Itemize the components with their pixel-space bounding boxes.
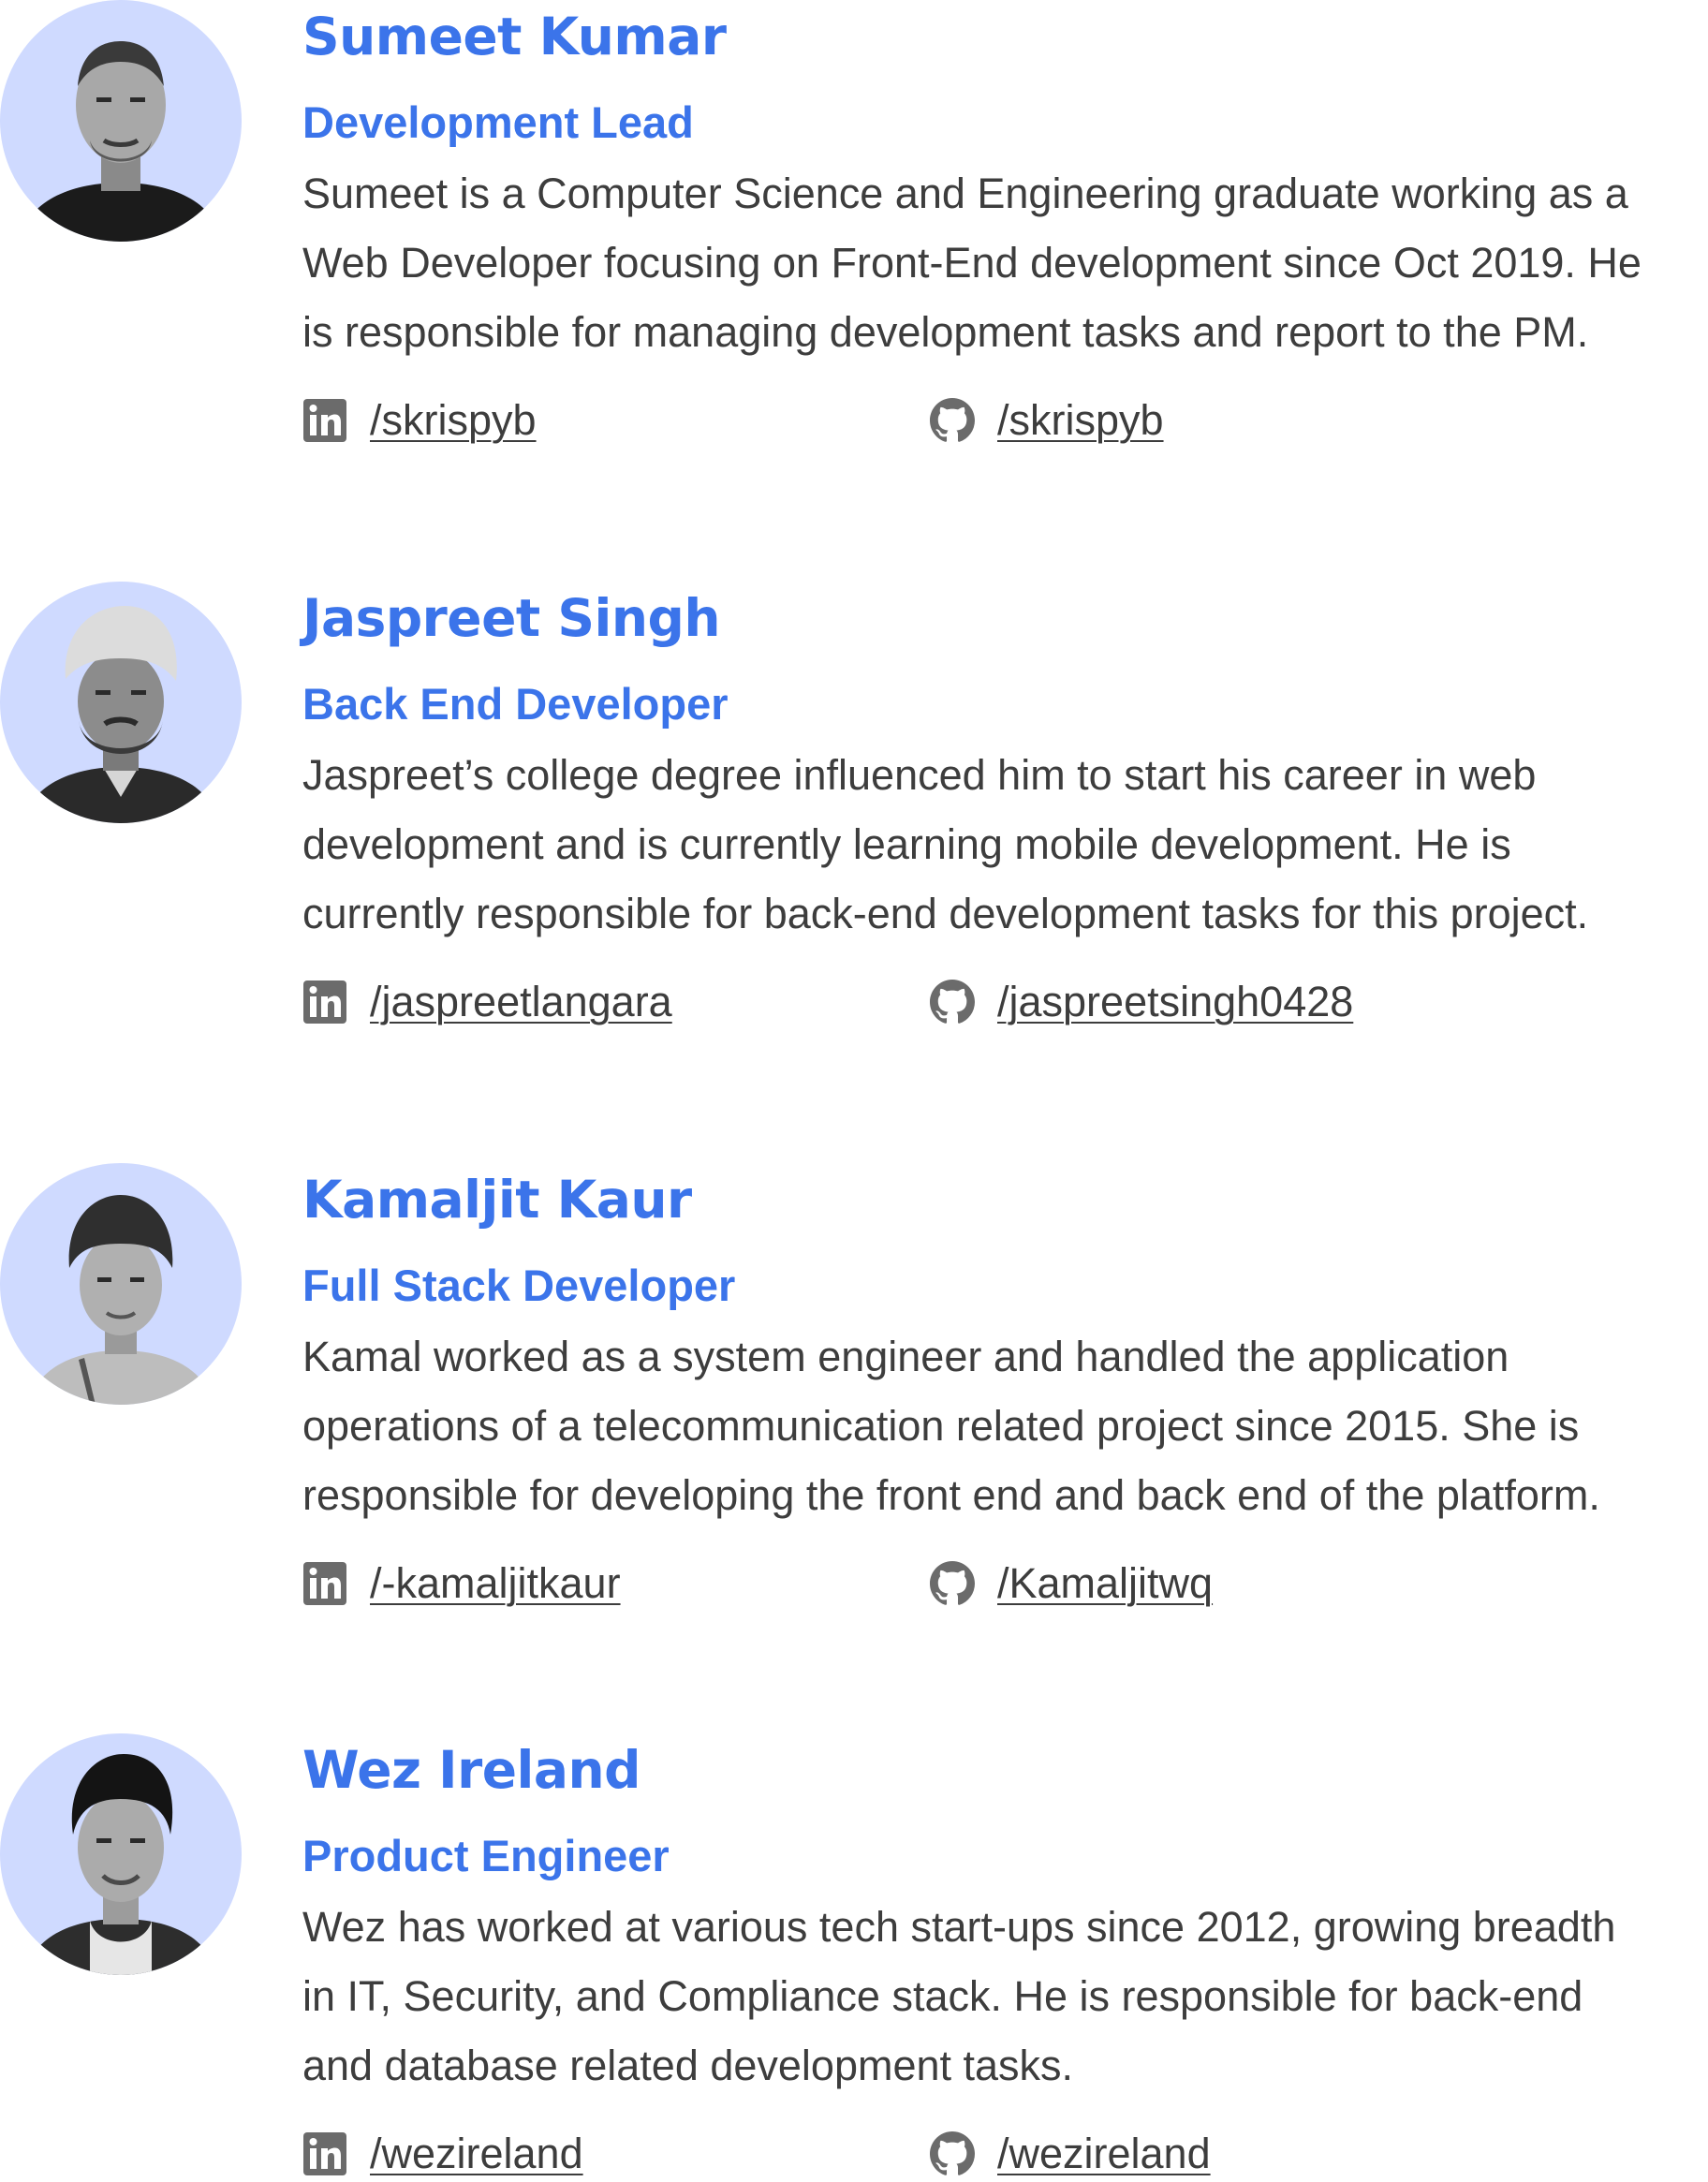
linkedin-link[interactable]: /wezireland	[370, 2126, 583, 2182]
social-links: /-kamaljitkaur /Kamaljitwq	[302, 1555, 1613, 1612]
linkedin-link-group: /-kamaljitkaur	[302, 1555, 621, 1612]
linkedin-icon	[302, 1561, 347, 1606]
github-link[interactable]: /Kamaljitwq	[997, 1555, 1213, 1612]
linkedin-icon	[302, 980, 347, 1025]
bio-line: Sumeet is a Computer Science and Enginee…	[302, 170, 1628, 217]
linkedin-link-group: /skrispyb	[302, 392, 537, 449]
member-name: Jaspreet Singh	[302, 588, 721, 648]
github-link-group: /skrispyb	[930, 392, 1164, 449]
bio-line: Kamal worked as a system engineer and ha…	[302, 1333, 1509, 1380]
avatar	[0, 582, 242, 823]
member-role: Full Stack Developer	[302, 1261, 736, 1310]
member-role: Product Engineer	[302, 1831, 670, 1880]
avatar	[0, 1163, 242, 1405]
social-links: /wezireland /wezireland	[302, 2126, 1613, 2182]
github-icon	[930, 1561, 975, 1606]
linkedin-icon	[302, 2131, 347, 2176]
avatar	[0, 0, 242, 242]
github-link[interactable]: /skrispyb	[997, 392, 1164, 449]
bio-line: responsible for developing the front end…	[302, 1471, 1600, 1519]
member-bio: Sumeet is a Computer Science and Enginee…	[302, 159, 1707, 367]
social-links: /skrispyb /skrispyb	[302, 392, 1613, 449]
portrait-photo	[19, 41, 223, 242]
github-link-group: /Kamaljitwq	[930, 1555, 1213, 1612]
github-link[interactable]: /jaspreetsingh0428	[997, 974, 1353, 1030]
linkedin-link-group: /jaspreetlangara	[302, 974, 672, 1030]
github-link-group: /jaspreetsingh0428	[930, 974, 1353, 1030]
member-name: Kamaljit Kaur	[302, 1170, 692, 1230]
bio-line: operations of a telecommunication relate…	[302, 1402, 1580, 1450]
linkedin-link[interactable]: /skrispyb	[370, 392, 537, 449]
linkedin-link[interactable]: /-kamaljitkaur	[370, 1555, 621, 1612]
avatar	[0, 1733, 242, 1975]
linkedin-link[interactable]: /jaspreetlangara	[370, 974, 672, 1030]
bio-line: Jaspreet’s college degree influenced him…	[302, 751, 1537, 799]
member-role: Back End Developer	[302, 679, 729, 729]
bio-line: Wez has worked at various tech start-ups…	[302, 1903, 1616, 1951]
github-link-group: /wezireland	[930, 2126, 1211, 2182]
bio-line: Web Developer focusing on Front-End deve…	[302, 239, 1642, 287]
github-icon	[930, 980, 975, 1025]
github-link[interactable]: /wezireland	[997, 2126, 1211, 2182]
member-name: Wez Ireland	[302, 1740, 641, 1800]
bio-line: in IT, Security, and Compliance stack. H…	[302, 1972, 1583, 2020]
portrait-photo	[24, 1754, 217, 1975]
bio-line: is responsible for managing development …	[302, 308, 1589, 356]
portrait-photo	[28, 1195, 214, 1405]
member-bio: Kamal worked as a system engineer and ha…	[302, 1322, 1707, 1530]
social-links: /jaspreetlangara /jaspreetsingh0428	[302, 974, 1613, 1030]
member-bio: Jaspreet’s college degree influenced him…	[302, 741, 1707, 949]
bio-line: currently responsible for back-end devel…	[302, 890, 1589, 937]
bio-line: development and is currently learning mo…	[302, 820, 1511, 868]
github-icon	[930, 2131, 975, 2176]
portrait-photo	[22, 606, 219, 823]
github-icon	[930, 398, 975, 443]
member-bio: Wez has worked at various tech start-ups…	[302, 1893, 1707, 2101]
member-name: Sumeet Kumar	[302, 7, 727, 66]
linkedin-link-group: /wezireland	[302, 2126, 583, 2182]
bio-line: and database related development tasks.	[302, 2042, 1074, 2089]
member-role: Development Lead	[302, 97, 694, 147]
linkedin-icon	[302, 398, 347, 443]
